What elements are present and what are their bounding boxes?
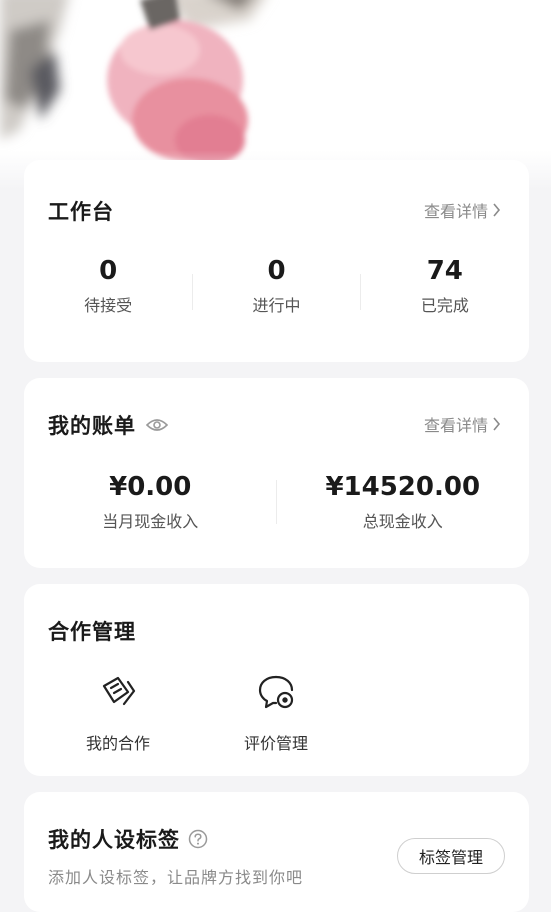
banner-corner-text (426, 0, 516, 4)
divider (192, 274, 194, 310)
question-circle-icon[interactable] (188, 829, 208, 849)
review-management-label: 评价管理 (243, 734, 308, 753)
workbench-stats: 0 待接受 0 进行中 74 已完成 (24, 254, 529, 316)
workbench-view-details-link[interactable]: 查看详情 (424, 198, 501, 222)
review-management-button[interactable]: 评价管理 (216, 672, 336, 754)
stat-in-progress-value: 0 (267, 256, 286, 286)
stat-total-cash-income-label: 总现金收入 (362, 512, 443, 531)
bill-stats: ¥0.00 当月现金收入 ¥14520.00 总现金收入 (24, 470, 529, 532)
workbench-view-details-label: 查看详情 (423, 202, 488, 221)
cooperation-icon (102, 676, 136, 706)
tag-management-button[interactable]: 标签管理 (397, 838, 505, 874)
persona-tags-subtitle: 添加人设标签，让品牌方找到你吧 (48, 868, 304, 887)
my-cooperation-button[interactable]: 我的合作 (58, 672, 178, 754)
stat-in-progress[interactable]: 0 进行中 (192, 254, 361, 316)
workbench-title: 工作台 (48, 200, 114, 224)
my-cooperation-label: 我的合作 (85, 734, 150, 753)
stat-monthly-cash-income-value: ¥0.00 (109, 472, 192, 502)
workbench-card: 工作台 查看详情 0 待接受 0 进行中 74 已完成 (24, 160, 529, 362)
bill-card: 我的账单 查看详情 ¥0.00 当月现金收入 ¥14520.00 总现金收入 (24, 378, 529, 568)
bill-title: 我的账单 (48, 414, 136, 438)
stat-monthly-cash-income[interactable]: ¥0.00 当月现金收入 (24, 470, 277, 532)
persona-tags-title-row: 我的人设标签 (48, 824, 208, 854)
stat-completed-value: 74 (426, 256, 463, 286)
persona-tags-card: 我的人设标签 添加人设标签，让品牌方找到你吧 标签管理 (24, 792, 529, 912)
chevron-right-icon (493, 203, 501, 217)
stat-completed-label: 已完成 (420, 296, 469, 315)
bill-title-row: 我的账单 (48, 410, 168, 440)
stat-total-cash-income[interactable]: ¥14520.00 总现金收入 (277, 470, 530, 532)
bill-view-details-label: 查看详情 (423, 416, 488, 435)
review-icon (258, 675, 294, 709)
bill-view-details-link[interactable]: 查看详情 (424, 412, 501, 436)
stat-completed[interactable]: 74 已完成 (361, 254, 529, 316)
stat-in-progress-label: 进行中 (252, 296, 301, 315)
stat-monthly-cash-income-label: 当月现金收入 (102, 512, 199, 531)
chevron-right-icon (493, 417, 501, 431)
persona-tags-title: 我的人设标签 (48, 828, 180, 852)
eye-icon[interactable] (146, 418, 168, 432)
stat-pending[interactable]: 0 待接受 (24, 254, 192, 316)
cooperation-title: 合作管理 (48, 620, 136, 644)
stat-total-cash-income-value: ¥14520.00 (325, 472, 481, 502)
stat-pending-value: 0 (99, 256, 118, 286)
cooperation-card: 合作管理 我的合作 评价管理 (24, 584, 529, 776)
stat-pending-label: 待接受 (84, 296, 133, 315)
